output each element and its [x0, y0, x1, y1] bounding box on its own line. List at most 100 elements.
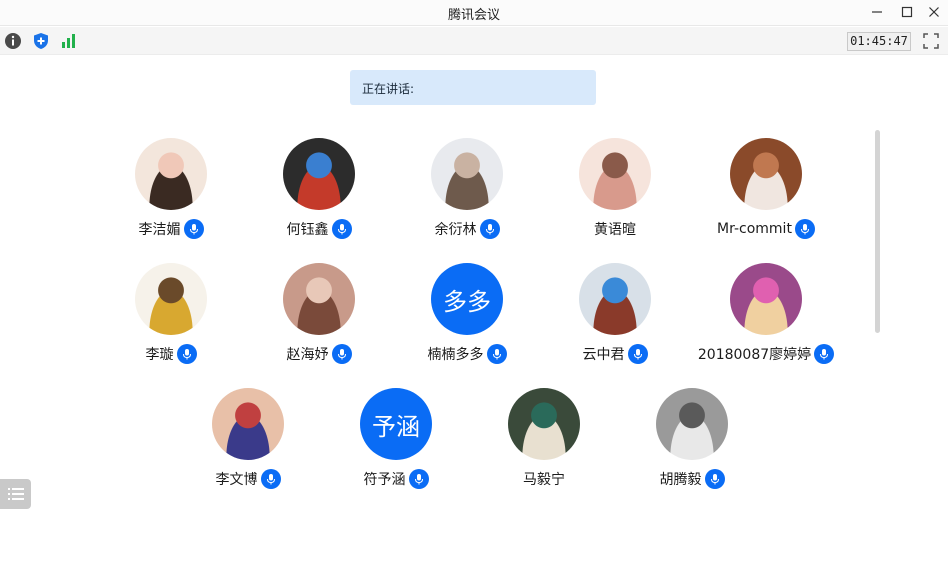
participant-tile[interactable]: 李文博	[183, 388, 313, 498]
microphone-icon	[485, 224, 494, 235]
participant-name: 李璇	[145, 347, 174, 363]
participant-name: 20180087廖婷婷	[697, 347, 812, 363]
participant-name: 何钰鑫	[286, 222, 329, 238]
security-button[interactable]	[32, 32, 50, 50]
fullscreen-icon	[923, 33, 939, 49]
participant-name: 赵海妤	[286, 347, 329, 363]
maximize-icon	[901, 6, 913, 18]
network-status-button[interactable]	[60, 32, 78, 50]
avatar	[135, 263, 207, 335]
participant-name-row: 黄语暄	[550, 218, 680, 240]
participant-name-row: 马毅宁	[479, 468, 609, 490]
close-button[interactable]	[917, 0, 948, 24]
meeting-toolbar: 01:45:47	[0, 27, 948, 55]
participant-name: 楠楠多多	[427, 347, 484, 363]
participant-tile[interactable]: 云中君	[550, 263, 680, 373]
mic-status-badge	[183, 219, 204, 239]
microphone-icon	[414, 474, 423, 485]
minimize-icon	[872, 11, 882, 13]
participant-name-row: 李璇	[106, 343, 236, 365]
participant-name: 马毅宁	[523, 472, 565, 488]
participant-tile[interactable]: Mr-commit	[701, 138, 831, 248]
participant-name: 李洁媚	[138, 222, 181, 238]
participant-name: 符予涵	[363, 472, 406, 488]
participant-name-row: 楠楠多多	[402, 343, 532, 365]
participant-name-row: 赵海妤	[254, 343, 384, 365]
minimize-button[interactable]	[860, 0, 894, 24]
participant-name: 余衍林	[434, 222, 477, 238]
microphone-icon	[266, 474, 275, 485]
close-icon	[929, 7, 939, 17]
avatar	[135, 138, 207, 210]
participant-name-row: 余衍林	[402, 218, 532, 240]
mic-status-badge	[704, 469, 725, 489]
window-title: 腾讯会议	[447, 8, 500, 23]
mic-status-badge	[486, 344, 507, 364]
avatar	[656, 388, 728, 460]
microphone-icon	[337, 349, 346, 360]
mic-status-badge	[814, 344, 835, 364]
avatar	[579, 138, 651, 210]
participant-name: 胡腾毅	[659, 472, 702, 488]
participant-tile[interactable]: 李璇	[106, 263, 236, 373]
participant-tile[interactable]: 予涵 符予涵	[331, 388, 461, 498]
participant-tile[interactable]: 何钰鑫	[254, 138, 384, 248]
participant-name-row: 何钰鑫	[254, 218, 384, 240]
participant-list-icon	[7, 488, 24, 500]
mic-status-badge	[627, 344, 648, 364]
participant-tile[interactable]: 赵海妤	[254, 263, 384, 373]
microphone-icon	[189, 224, 198, 235]
microphone-icon	[337, 224, 346, 235]
microphone-icon	[800, 224, 809, 235]
mic-status-badge	[479, 219, 500, 239]
microphone-icon	[820, 349, 829, 360]
avatar	[431, 138, 503, 210]
avatar	[730, 263, 802, 335]
avatar: 予涵	[360, 388, 432, 460]
participant-tile[interactable]: 黄语暄	[550, 138, 680, 248]
mic-status-badge	[176, 344, 197, 364]
avatar	[283, 138, 355, 210]
participant-tile[interactable]: 20180087廖婷婷	[697, 263, 835, 373]
participant-name-row: 李文博	[183, 468, 313, 490]
participant-name: 黄语暄	[594, 222, 636, 238]
participant-name-row: 云中君	[550, 343, 680, 365]
fullscreen-button[interactable]	[922, 32, 940, 50]
avatar: 多多	[431, 263, 503, 335]
participant-tile[interactable]: 李洁媚	[106, 138, 236, 248]
microphone-icon	[182, 349, 191, 360]
participant-tile[interactable]: 多多楠楠多多	[402, 263, 532, 373]
mic-status-badge	[408, 469, 429, 489]
active-speaker-label: 正在讲话:	[362, 82, 415, 96]
mic-status-badge	[331, 219, 352, 239]
participant-tile[interactable]: 胡腾毅	[627, 388, 757, 498]
participant-name-row: 李洁媚	[106, 218, 236, 240]
participant-name: 云中君	[582, 347, 625, 363]
participant-name: 李文博	[215, 472, 258, 488]
microphone-icon	[492, 349, 501, 360]
info-icon	[5, 33, 21, 49]
avatar	[579, 263, 651, 335]
microphone-icon	[633, 349, 642, 360]
participant-name-row: Mr-commit	[701, 218, 831, 240]
title-bar: 腾讯会议	[0, 0, 948, 26]
participant-tile[interactable]: 余衍林	[402, 138, 532, 248]
meeting-timer: 01:45:47	[847, 32, 911, 51]
security-shield-icon	[34, 33, 48, 49]
vertical-scrollbar[interactable]	[875, 130, 880, 333]
participant-name: Mr-commit	[717, 221, 792, 237]
mic-status-badge	[331, 344, 352, 364]
avatar	[730, 138, 802, 210]
avatar	[283, 263, 355, 335]
participant-name-row: 20180087廖婷婷	[697, 343, 835, 365]
avatar	[508, 388, 580, 460]
mic-status-badge	[794, 219, 815, 239]
participant-tile[interactable]: 马毅宁	[479, 388, 609, 498]
network-signal-icon	[62, 34, 75, 48]
meeting-info-button[interactable]	[4, 32, 22, 50]
avatar	[212, 388, 284, 460]
participant-name-row: 符予涵	[331, 468, 461, 490]
participant-list-button[interactable]	[0, 479, 31, 509]
active-speaker-banner: 正在讲话:	[350, 70, 596, 105]
microphone-icon	[710, 474, 719, 485]
